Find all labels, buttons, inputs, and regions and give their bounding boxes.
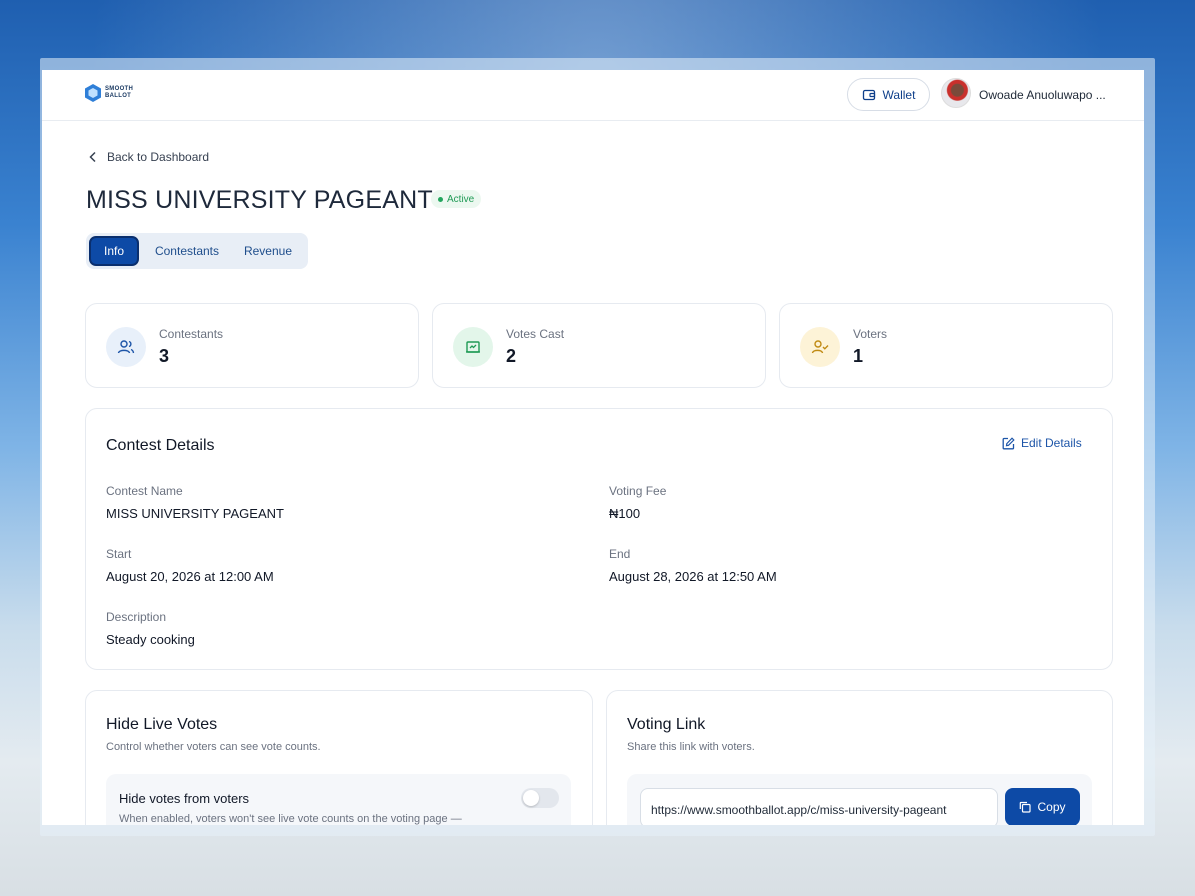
user-name[interactable]: Owoade Anuoluwapo ...	[979, 88, 1106, 102]
toggle-knob	[523, 790, 539, 806]
wallet-icon	[862, 89, 875, 100]
status-label: Active	[447, 193, 475, 205]
contest-name-value: MISS UNIVERSITY PAGEANT	[106, 506, 284, 521]
hide-live-votes-card: Hide Live Votes Control whether voters c…	[85, 690, 593, 825]
stat-value: 3	[159, 346, 170, 366]
hide-votes-option-title: Hide votes from voters	[119, 791, 250, 806]
stat-value: 1	[853, 346, 864, 366]
description-value: Steady cooking	[106, 632, 195, 647]
contest-name-label: Contest Name	[106, 484, 183, 498]
stat-value: 2	[506, 346, 517, 366]
tab-revenue[interactable]: Revenue	[233, 236, 303, 266]
end-value: August 28, 2026 at 12:50 AM	[609, 569, 777, 584]
tab-bar: Info Contestants Revenue	[86, 233, 308, 269]
copy-icon	[1020, 801, 1032, 813]
contest-details-card: Contest Details Edit Details Contest Nam…	[85, 408, 1113, 670]
ballot-box-icon	[453, 327, 493, 367]
edit-details-label: Edit Details	[1021, 436, 1082, 450]
voting-fee-label: Voting Fee	[609, 484, 667, 498]
wallet-button[interactable]: Wallet	[847, 78, 930, 111]
voting-link-title: Voting Link	[627, 716, 706, 733]
back-to-dashboard-link[interactable]: Back to Dashboard	[88, 150, 209, 164]
users-icon	[106, 327, 146, 367]
avatar[interactable]	[941, 78, 971, 108]
hide-votes-option-desc: When enabled, voters won't see live vote…	[119, 813, 462, 825]
user-check-icon	[800, 327, 840, 367]
voting-link-subtitle: Share this link with voters.	[627, 741, 755, 753]
stat-label: Contestants	[159, 327, 224, 341]
voting-link-box: https://www.smoothballot.app/c/miss-univ…	[627, 774, 1092, 825]
stat-card-voters: Voters 1	[779, 303, 1113, 388]
voting-fee-value: ₦100	[609, 506, 641, 521]
start-label: Start	[106, 547, 132, 561]
copy-label: Copy	[1037, 800, 1066, 814]
back-label: Back to Dashboard	[107, 150, 210, 164]
edit-icon	[1002, 436, 1015, 449]
logo-text: SMOOTH BALLOT	[105, 86, 134, 99]
tab-info[interactable]: Info	[89, 236, 139, 266]
edit-details-button[interactable]: Edit Details	[1002, 436, 1082, 450]
app-window: SMOOTH BALLOT Wallet Owoade Anuoluwapo .…	[42, 70, 1144, 825]
stat-label: Votes Cast	[506, 327, 565, 341]
hide-live-votes-title: Hide Live Votes	[106, 716, 218, 733]
start-value: August 20, 2026 at 12:00 AM	[106, 569, 274, 584]
stat-card-votes-cast: Votes Cast 2	[432, 303, 766, 388]
voting-link-card: Voting Link Share this link with voters.…	[606, 690, 1113, 825]
hide-live-votes-subtitle: Control whether voters can see vote coun…	[106, 741, 321, 753]
top-bar: SMOOTH BALLOT Wallet Owoade Anuoluwapo .…	[42, 70, 1144, 121]
wallet-label: Wallet	[882, 87, 916, 102]
copy-button[interactable]: Copy	[1005, 788, 1080, 825]
voting-link-input[interactable]: https://www.smoothballot.app/c/miss-univ…	[640, 788, 998, 825]
stat-label: Voters	[853, 327, 888, 341]
status-badge: Active	[431, 190, 482, 208]
chevron-left-icon	[89, 151, 96, 163]
hide-votes-option: Hide votes from voters When enabled, vot…	[106, 774, 571, 825]
page-title: MISS UNIVERSITY PAGEANT	[86, 186, 433, 214]
description-label: Description	[106, 610, 167, 624]
end-label: End	[609, 547, 631, 561]
stat-card-contestants: Contestants 3	[85, 303, 419, 388]
contest-details-title: Contest Details	[106, 437, 215, 454]
logo-hexagon-icon	[85, 84, 101, 102]
logo[interactable]: SMOOTH BALLOT	[84, 83, 137, 103]
hide-votes-toggle[interactable]	[521, 788, 559, 808]
tab-contestants[interactable]: Contestants	[145, 236, 229, 266]
status-dot	[438, 196, 443, 202]
